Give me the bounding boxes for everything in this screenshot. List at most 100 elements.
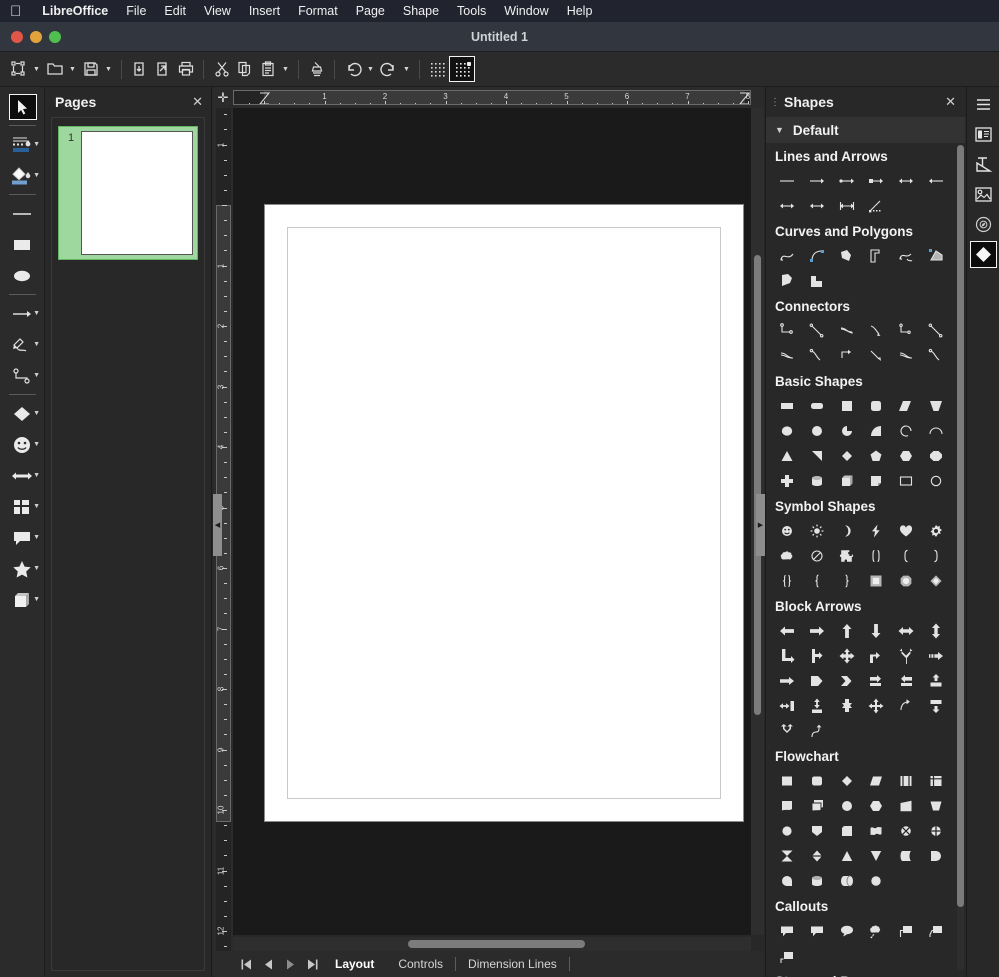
shape-line-ends-with-arrow[interactable] — [802, 168, 832, 193]
shape-folded-corner[interactable] — [862, 468, 892, 493]
scrollbar-thumb[interactable] — [957, 145, 964, 907]
shape-four-way-arrow[interactable] — [832, 643, 862, 668]
scrollbar-thumb[interactable] — [408, 940, 585, 948]
chevron-down-icon[interactable]: ▼ — [33, 341, 40, 348]
chevron-down-icon[interactable]: ▼ — [33, 472, 40, 479]
previous-page-button[interactable] — [257, 953, 279, 975]
shape-bent-arrow[interactable] — [862, 643, 892, 668]
chevron-down-icon[interactable]: ▼ — [33, 141, 40, 148]
shape-right-bracket[interactable] — [921, 543, 951, 568]
shape-flowchart-process[interactable] — [772, 768, 802, 793]
shape-quad-arrow-callout[interactable] — [832, 693, 862, 718]
shape-smiley-face[interactable] — [772, 518, 802, 543]
print-button[interactable] — [174, 57, 197, 82]
shape-striped-right-arrow[interactable] — [921, 643, 951, 668]
new-document-button[interactable] — [7, 57, 30, 82]
line-color-tool[interactable]: ▼ — [0, 129, 45, 160]
shape-dimension-line[interactable] — [772, 193, 802, 218]
shape-flowchart-magnetic-disk[interactable] — [802, 868, 832, 893]
menu-item-format[interactable]: Format — [289, 0, 347, 22]
maximize-window-button[interactable] — [49, 30, 61, 43]
shape-straight-connector-arrow[interactable] — [862, 343, 892, 368]
shape-line-arrow-both[interactable] — [802, 193, 832, 218]
shape-trapezoid[interactable] — [921, 393, 951, 418]
sidebar-settings-button[interactable] — [970, 91, 997, 118]
shape-flowchart-predefined-process[interactable] — [891, 768, 921, 793]
shape-connector-line-curve[interactable] — [802, 343, 832, 368]
shape-connector-line-arrow[interactable] — [921, 343, 951, 368]
lines-and-arrows-tool[interactable]: ▼ — [0, 298, 45, 329]
shape-up-arrow[interactable] — [832, 618, 862, 643]
layer-tab-controls[interactable]: Controls — [386, 951, 455, 977]
shape-flowchart-summing-junction[interactable] — [891, 818, 921, 843]
shape-connector-with-arrows[interactable] — [891, 318, 921, 343]
shape-square-bevel[interactable] — [862, 568, 892, 593]
shape-polygon[interactable] — [862, 243, 892, 268]
shape-flowchart-internal-storage[interactable] — [921, 768, 951, 793]
redo-dropdown[interactable]: ▼ — [400, 57, 413, 82]
shape-left-arrow-callout[interactable] — [891, 668, 921, 693]
symbol-shapes-tool[interactable]: ▼ — [0, 429, 45, 460]
shape-lightning-bolt[interactable] — [862, 518, 892, 543]
shape-connector-starts-arrow[interactable] — [802, 318, 832, 343]
shape-rounded-rectangular-callout[interactable] — [802, 918, 832, 943]
basic-shapes-tool[interactable]: ▼ — [0, 398, 45, 429]
chevron-down-icon[interactable]: ▼ — [33, 310, 40, 317]
shape-line-starts-with-arrow[interactable] — [921, 168, 951, 193]
shapes-content[interactable]: Lines and Arrows Curves and Polygons Conne… — [766, 143, 957, 977]
shape-measure-line[interactable] — [832, 193, 862, 218]
minimize-window-button[interactable] — [30, 30, 42, 43]
navigator-deck-button[interactable] — [970, 211, 997, 238]
shape-double-brace[interactable] — [772, 568, 802, 593]
next-page-button[interactable] — [279, 953, 301, 975]
shape-flowchart-collate[interactable] — [772, 843, 802, 868]
insert-ellipse-tool[interactable] — [0, 260, 45, 291]
cut-button[interactable] — [210, 57, 233, 82]
shape-ellipse[interactable] — [772, 418, 802, 443]
chevron-down-icon[interactable]: ▼ — [33, 441, 40, 448]
shape-s-shaped-arrow[interactable] — [802, 718, 832, 743]
shape-rounded-square[interactable] — [862, 393, 892, 418]
shape-flowchart-sequential-access[interactable] — [772, 868, 802, 893]
page-thumbnail-1[interactable]: 1 — [58, 126, 198, 260]
shape-sun[interactable] — [802, 518, 832, 543]
chevron-down-icon[interactable]: ▼ — [33, 410, 40, 417]
shape-double-bracket[interactable] — [862, 543, 892, 568]
shape-freeform-line-filled[interactable] — [862, 193, 892, 218]
shape-left-bracket[interactable] — [891, 543, 921, 568]
layer-tab-layout[interactable]: Layout — [323, 951, 386, 977]
shape-arc[interactable] — [891, 418, 921, 443]
callouts-tool[interactable]: ▼ — [0, 522, 45, 553]
shape-parallelogram[interactable] — [891, 393, 921, 418]
shape-cloud-callout[interactable] — [862, 918, 892, 943]
shape-connector-ends-arrow[interactable] — [862, 318, 892, 343]
shape-line-callout-2[interactable] — [921, 918, 951, 943]
chevron-down-icon[interactable]: ▼ — [33, 503, 40, 510]
snap-to-grid-button[interactable] — [449, 56, 475, 82]
shape-y-arrow[interactable] — [891, 643, 921, 668]
shape-up-arrow-callout[interactable] — [921, 668, 951, 693]
open-document-button[interactable] — [43, 57, 66, 82]
shape-diamond[interactable] — [832, 443, 862, 468]
shape-curve[interactable] — [802, 243, 832, 268]
chevron-down-icon[interactable]: ▼ — [33, 534, 40, 541]
shape-forbidden[interactable] — [802, 543, 832, 568]
collapse-sidebar-handle[interactable]: ▶ — [756, 494, 765, 556]
shape-flowchart-punched-tape[interactable] — [862, 818, 892, 843]
shape-flowchart-off-page-connector[interactable] — [802, 818, 832, 843]
curves-and-polygons-tool[interactable]: ▼ — [0, 329, 45, 360]
undo-dropdown[interactable]: ▼ — [364, 57, 377, 82]
menu-item-insert[interactable]: Insert — [240, 0, 289, 22]
shape-cube[interactable] — [832, 468, 862, 493]
shape-cloud[interactable] — [772, 543, 802, 568]
shape-block-arc[interactable] — [921, 418, 951, 443]
shapes-default-subpanel-header[interactable]: ▼ Default — [766, 117, 965, 143]
horizontal-ruler-strip[interactable]: 12345678 — [233, 90, 751, 105]
shape-split-arrow-two[interactable] — [772, 718, 802, 743]
shape-connector-curved[interactable] — [832, 318, 862, 343]
shape-rectangular-callout[interactable] — [772, 918, 802, 943]
shape-left-right-arrow-callout[interactable] — [772, 693, 802, 718]
shape-flowchart-data[interactable] — [862, 768, 892, 793]
copy-button[interactable] — [233, 57, 256, 82]
shape-flowchart-or[interactable] — [921, 818, 951, 843]
